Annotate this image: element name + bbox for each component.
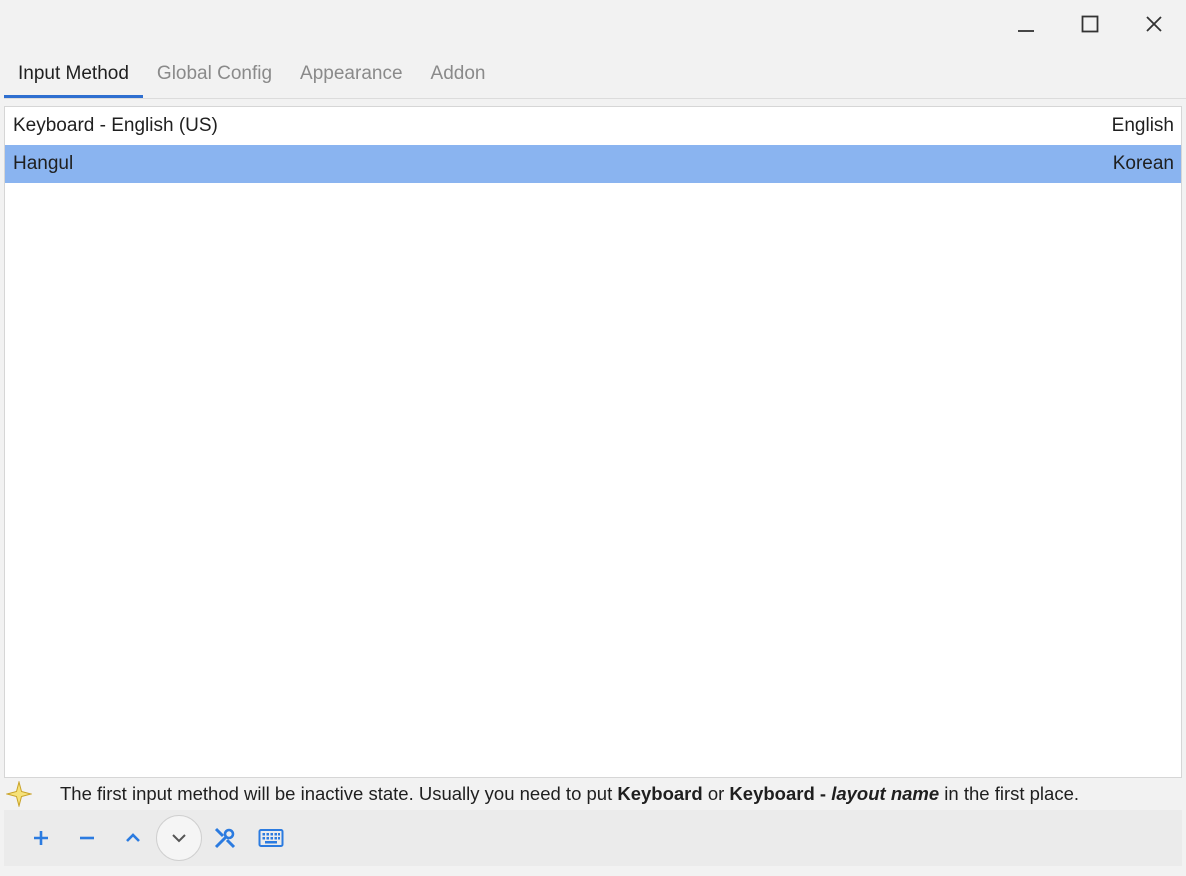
configure-button[interactable] xyxy=(202,815,248,861)
tab-bar: Input Method Global Config Appearance Ad… xyxy=(4,52,1186,99)
move-up-icon xyxy=(126,833,140,842)
remove-icon xyxy=(80,836,94,840)
move-down-button[interactable] xyxy=(156,815,202,861)
move-up-button[interactable] xyxy=(110,815,156,861)
add-button[interactable] xyxy=(18,815,64,861)
input-method-list: Keyboard - English (US) English Hangul K… xyxy=(4,106,1182,778)
remove-button[interactable] xyxy=(64,815,110,861)
hint-bar: The first input method will be inactive … xyxy=(4,778,1182,810)
tab-appearance[interactable]: Appearance xyxy=(286,52,416,98)
hint-text: The first input method will be inactive … xyxy=(60,783,1079,804)
minimize-button[interactable] xyxy=(994,0,1058,48)
minimize-icon xyxy=(1018,30,1034,32)
input-method-language: English xyxy=(1111,115,1174,136)
tab-addon[interactable]: Addon xyxy=(417,52,500,98)
toolbar xyxy=(4,810,1182,866)
window-controls xyxy=(994,0,1186,48)
keyboard-layout-icon xyxy=(258,829,284,847)
configure-icon xyxy=(214,827,236,849)
input-method-name: Hangul xyxy=(13,153,74,174)
list-item[interactable]: Hangul Korean xyxy=(5,145,1181,183)
move-down-icon xyxy=(172,834,186,843)
add-icon xyxy=(34,831,48,845)
keyboard-layout-button[interactable] xyxy=(248,815,294,861)
star-icon xyxy=(4,779,34,809)
maximize-button[interactable] xyxy=(1058,0,1122,48)
input-method-language: Korean xyxy=(1112,153,1174,174)
maximize-icon xyxy=(1081,15,1099,33)
input-method-name: Keyboard - English (US) xyxy=(13,115,218,136)
tab-input-method[interactable]: Input Method xyxy=(4,52,143,98)
list-item[interactable]: Keyboard - English (US) English xyxy=(5,107,1181,145)
close-button[interactable] xyxy=(1122,0,1186,48)
close-icon xyxy=(1146,16,1162,32)
tab-global-config[interactable]: Global Config xyxy=(143,52,286,98)
